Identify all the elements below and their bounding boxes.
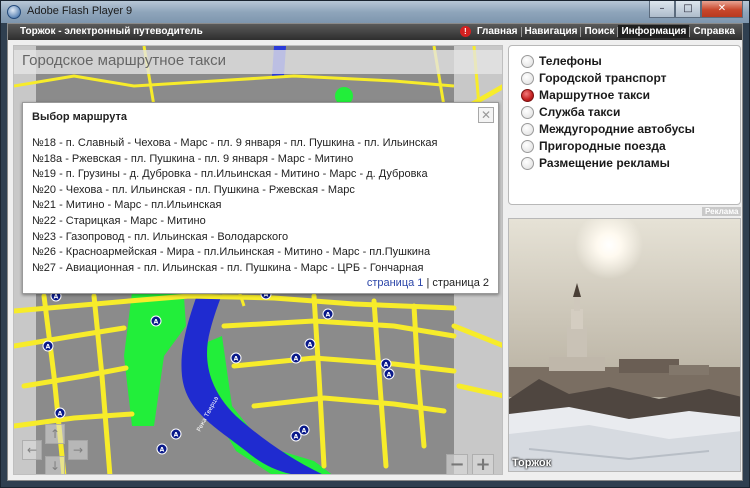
radio-icon[interactable] xyxy=(521,122,534,136)
radio-icon[interactable] xyxy=(521,105,534,119)
nav-information[interactable]: Информация xyxy=(618,25,690,38)
nav-search[interactable]: Поиск xyxy=(581,25,617,38)
map-heading-bar: Городское маршрутное такси xyxy=(14,50,502,74)
bus-stop-marker[interactable]: A xyxy=(294,356,299,363)
site-title: Торжок - электронный путеводитель xyxy=(20,26,203,37)
photo-caption: Торжок xyxy=(512,457,552,469)
route-item[interactable]: №26 - Красноармейская - Мира - пл.Ильинс… xyxy=(32,245,438,261)
route-item[interactable]: №19 - п. Грузины - д. Дубровка - пл.Ильи… xyxy=(32,167,438,183)
route-item[interactable]: №27 - Авиационная - пл. Ильинская - пл. … xyxy=(32,261,438,277)
pan-controls: ↑ ← → ↓ xyxy=(20,424,90,474)
bus-stop-marker[interactable]: A xyxy=(160,447,165,454)
nav-home[interactable]: Главная xyxy=(474,25,521,38)
window-controls: – □ ✕ xyxy=(649,1,743,19)
bus-stop-marker[interactable]: A xyxy=(54,294,59,301)
pagination: страница 1 | страница 2 xyxy=(367,277,489,289)
minimize-button[interactable]: – xyxy=(649,1,675,18)
menu-item-label: Междугородние автобусы xyxy=(539,122,695,136)
route-item[interactable]: №18 - п. Славный - Чехова - Марс - пл. 9… xyxy=(32,136,438,152)
menu-item-label: Пригородные поезда xyxy=(539,139,666,153)
pan-right-icon[interactable]: → xyxy=(68,440,88,460)
bus-stop-marker[interactable]: A xyxy=(58,411,63,418)
nav-help[interactable]: Справка xyxy=(690,25,738,38)
menu-item-label: Городской транспорт xyxy=(539,71,667,85)
route-item[interactable]: №20 - Чехова - пл. Ильинская - пл. Пушки… xyxy=(32,183,438,199)
menu-item-city-transport[interactable]: Городской транспорт xyxy=(521,70,667,86)
window-title: Adobe Flash Player 9 xyxy=(27,5,133,17)
page-1-link[interactable]: страница 1 xyxy=(367,277,424,289)
menu-item-label: Служба такси xyxy=(539,105,621,119)
photo-graphic xyxy=(509,219,740,471)
bus-stop-marker[interactable]: A xyxy=(326,312,331,319)
ad-label: Реклама xyxy=(702,207,742,216)
city-photo: Торжок xyxy=(508,218,741,472)
menu-item-intercity-buses[interactable]: Междугородние автобусы xyxy=(521,121,695,137)
route-item[interactable]: №23 - Газопровод - пл. Ильинская - Волод… xyxy=(32,230,438,246)
bus-stop-marker[interactable]: A xyxy=(384,362,389,369)
zoom-out-button[interactable]: − xyxy=(446,454,468,474)
flash-player-icon xyxy=(7,5,21,19)
menu-item-label: Маршрутное такси xyxy=(539,88,651,102)
menu-item-suburban-trains[interactable]: Пригородные поезда xyxy=(521,138,666,154)
bus-stop-marker[interactable]: A xyxy=(46,344,51,351)
bus-stop-marker[interactable]: A xyxy=(302,428,307,435)
zoom-in-button[interactable]: + xyxy=(472,454,494,474)
route-list: №18 - п. Славный - Чехова - Марс - пл. 9… xyxy=(32,136,438,276)
alert-icon: ! xyxy=(459,26,471,37)
route-item[interactable]: №22 - Старицкая - Марс - Митино xyxy=(32,214,438,230)
pan-down-icon[interactable]: ↓ xyxy=(45,456,65,474)
radio-icon[interactable] xyxy=(521,156,534,170)
top-bar: Торжок - электронный путеводитель ! Глав… xyxy=(8,24,742,40)
route-item[interactable]: №18а - Ржевская - пл. Пушкина - пл. 9 ян… xyxy=(32,152,438,168)
menu-item-phones[interactable]: Телефоны xyxy=(521,53,602,69)
title-bar[interactable]: Adobe Flash Player 9 – □ ✕ xyxy=(1,1,749,23)
menu-item-advertising[interactable]: Размещение рекламы xyxy=(521,155,670,171)
flash-content: Торжок - электронный путеводитель ! Глав… xyxy=(7,23,743,481)
menu-item-minibus-taxi[interactable]: Маршрутное такси xyxy=(521,87,650,103)
radio-selected-icon[interactable] xyxy=(521,88,534,102)
route-selection-dialog: Выбор маршрута ✕ №18 - п. Славный - Чехо… xyxy=(22,102,499,294)
pan-left-icon[interactable]: ← xyxy=(22,440,42,460)
app-window: Adobe Flash Player 9 – □ ✕ Торжок - элек… xyxy=(0,0,750,488)
bus-stop-marker[interactable]: A xyxy=(294,434,299,441)
dialog-close-icon[interactable]: ✕ xyxy=(478,107,494,123)
radio-icon[interactable] xyxy=(521,139,534,153)
close-button[interactable]: ✕ xyxy=(701,1,743,18)
map-heading: Городское маршрутное такси xyxy=(22,52,227,69)
dialog-title: Выбор маршрута xyxy=(32,111,127,123)
menu-item-label: Телефоны xyxy=(539,54,602,68)
page-2-link[interactable]: страница 2 xyxy=(432,277,489,289)
menu-item-label: Размещение рекламы xyxy=(539,156,670,170)
pan-up-icon[interactable]: ↑ xyxy=(45,424,65,444)
top-navigation: ! Главная Навигация Поиск Информация Спр… xyxy=(459,25,738,38)
city-map[interactable]: A A A A A A A A A A A A A A A Река Тверца Городское мар… xyxy=(13,45,503,475)
bus-stop-marker[interactable]: A xyxy=(234,356,239,363)
zoom-controls: − + xyxy=(446,454,494,474)
bus-stop-marker[interactable]: A xyxy=(387,372,392,379)
bus-stop-marker[interactable]: A xyxy=(308,342,313,349)
radio-icon[interactable] xyxy=(521,71,534,85)
category-menu: Телефоны Городской транспорт Маршрутное … xyxy=(508,45,741,205)
radio-icon[interactable] xyxy=(521,54,534,68)
bus-stop-marker[interactable]: A xyxy=(154,319,159,326)
maximize-button[interactable]: □ xyxy=(675,1,701,18)
bus-stop-marker[interactable]: A xyxy=(174,432,179,439)
route-item[interactable]: №21 - Митино - Марс - пл.Ильинская xyxy=(32,198,438,214)
nav-navigation[interactable]: Навигация xyxy=(522,25,581,38)
menu-item-taxi-service[interactable]: Служба такси xyxy=(521,104,620,120)
